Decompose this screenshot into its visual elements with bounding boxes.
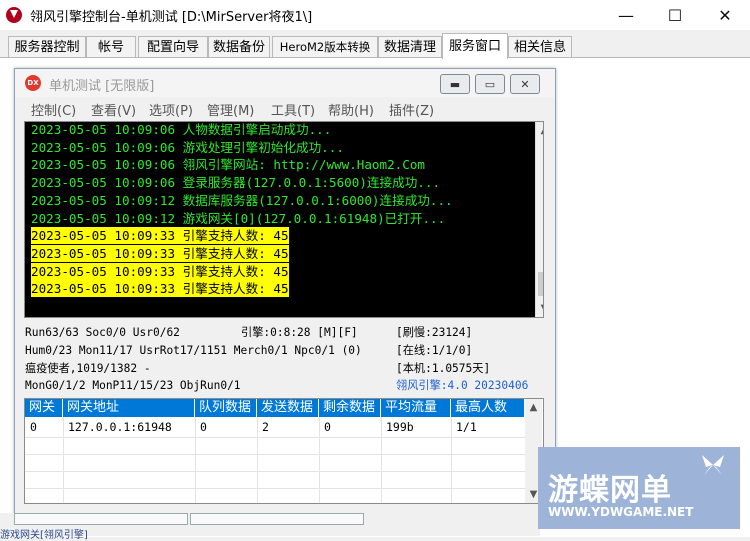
minimize-button[interactable]: — xyxy=(603,0,649,30)
menu-tools[interactable]: 工具(T) xyxy=(271,100,315,119)
watermark-url: WWW.YDWGAME.NET xyxy=(548,505,694,519)
grid-line xyxy=(25,488,525,489)
close-button[interactable]: ✕ xyxy=(702,0,748,30)
col-send-data[interactable]: 发送数据 xyxy=(257,399,319,417)
log-line: 2023-05-05 10:09:06 人物数据引擎启动成功... xyxy=(31,122,332,137)
status-run: Run63/63 Soc0/0 Usr0/62 xyxy=(25,326,180,339)
log-line: 2023-05-05 10:09:33 引擎支持人数: 45 xyxy=(31,227,289,245)
col-remaining-data[interactable]: 剩余数据 xyxy=(319,399,381,417)
log-line: 2023-05-05 10:09:12 游戏网关[0](127.0.0.1:61… xyxy=(31,210,446,226)
log-scrollbar[interactable]: ▲ ▼ xyxy=(535,122,543,317)
gateway-table[interactable]: 网关 网关地址 队列数据 发送数据 剩余数据 平均流量 最高人数 0 127.0… xyxy=(24,398,544,504)
col-gateway-address[interactable]: 网关地址 xyxy=(63,399,195,417)
log-console[interactable]: 2023-05-05 10:09:06 人物数据引擎启动成功... 2023-05… xyxy=(24,121,544,318)
window-title: 翎风引擎控制台-单机测试 [D:\MirServer将夜1\] xyxy=(30,10,313,25)
scroll-down-icon[interactable]: ▼ xyxy=(536,300,543,317)
inner-title: 单机测试 [无限版] xyxy=(49,79,155,94)
scroll-up-icon[interactable]: ▲ xyxy=(536,122,543,139)
minimized-window[interactable] xyxy=(14,513,188,525)
app-logo-icon xyxy=(6,7,22,23)
scroll-up-icon[interactable]: ▲ xyxy=(525,399,542,416)
butterfly-icon xyxy=(702,455,724,475)
status-local: [本机:1.0575天] xyxy=(396,362,491,375)
tab-service-window[interactable]: 服务窗口 xyxy=(442,33,508,59)
scroll-thumb[interactable] xyxy=(538,272,543,296)
tab-server-control[interactable]: 服务器控制 xyxy=(8,36,86,58)
status-online: [在线:1/1/0] xyxy=(396,344,473,357)
tab-config-wizard[interactable]: 配置向导 xyxy=(138,36,208,58)
inner-maximize-button[interactable]: ▭ xyxy=(475,74,505,94)
log-line: 2023-05-05 10:09:06 登录服务器(127.0.0.1:5600… xyxy=(31,175,441,191)
table-cell: 199b xyxy=(386,420,414,434)
bottom-text: 游戏网关[翎风引擎] xyxy=(0,530,88,541)
tab-related-info[interactable]: 相关信息 xyxy=(508,36,572,58)
inner-minimize-button[interactable]: ▬ xyxy=(440,74,470,94)
grid-line xyxy=(25,471,525,472)
tab-account[interactable]: 帐号 xyxy=(86,36,136,58)
maximize-button[interactable]: ☐ xyxy=(652,0,698,30)
col-queue-data[interactable]: 队列数据 xyxy=(195,399,257,417)
menu-plugins[interactable]: 插件(Z) xyxy=(389,100,434,119)
col-max-users[interactable]: 最高人数 xyxy=(451,399,525,417)
inner-window: DX 单机测试 [无限版] ▬ ▭ ✕ 控制(C) 查看(V) 选项(P) 管理… xyxy=(14,68,556,515)
log-line: 2023-05-05 10:09:12 数据库服务器(127.0.0.1:600… xyxy=(31,192,453,208)
tab-herom2-convert[interactable]: HeroM2版本转换 xyxy=(272,36,378,58)
col-gateway[interactable]: 网关 xyxy=(25,399,63,417)
table-cell: 0 xyxy=(324,420,331,434)
watermark-logo: 游蝶网单 WWW.YDWGAME.NET xyxy=(538,447,740,529)
status-refresh: [刷慢:23124] xyxy=(396,326,473,339)
menu-manage[interactable]: 管理(M) xyxy=(207,100,254,119)
log-line: 2023-05-05 10:09:33 引擎支持人数: 45 xyxy=(31,280,289,298)
log-line: 2023-05-05 10:09:06 游戏处理引擎初始化成功... xyxy=(31,139,344,155)
table-cell: 0 xyxy=(30,420,37,434)
grid-line xyxy=(25,454,525,455)
table-cell: 2 xyxy=(262,420,269,434)
minimized-window[interactable] xyxy=(190,513,364,525)
menu-help[interactable]: 帮助(H) xyxy=(328,100,374,119)
log-line: 2023-05-05 10:09:33 引擎支持人数: 45 xyxy=(31,262,289,280)
status-monster: 瘟疫使者,1019/1382 - xyxy=(25,362,151,375)
inner-titlebar: DX 单机测试 [无限版] ▬ ▭ ✕ xyxy=(15,69,555,97)
inner-app-icon: DX xyxy=(25,75,41,91)
table-cell: 1/1 xyxy=(456,420,477,434)
table-cell: 0 xyxy=(200,420,207,434)
menu-options[interactable]: 选项(P) xyxy=(149,100,193,119)
inner-close-button[interactable]: ✕ xyxy=(510,74,540,94)
window-titlebar: 翎风引擎控制台-单机测试 [D:\MirServer将夜1\] — ☐ ✕ xyxy=(0,0,750,30)
log-line: 2023-05-05 10:09:06 翎风引擎网站: http://www.H… xyxy=(31,157,426,173)
tab-data-cleanup[interactable]: 数据清理 xyxy=(378,36,442,58)
engine-version: 翎风引擎:4.0 20230406 xyxy=(396,379,529,392)
status-hum: Hum0/23 Mon11/17 UsrRot17/1151 Merch0/1 … xyxy=(25,344,362,357)
watermark-title: 游蝶网单 xyxy=(548,473,672,508)
menu-bar: 控制(C) 查看(V) 选项(P) 管理(M) 工具(T) 帮助(H) 插件(Z… xyxy=(15,97,555,119)
table-cell: 127.0.0.1:61948 xyxy=(68,420,172,434)
col-avg-traffic[interactable]: 平均流量 xyxy=(381,399,451,417)
menu-view[interactable]: 查看(V) xyxy=(91,100,136,119)
menu-control[interactable]: 控制(C) xyxy=(31,100,76,119)
status-engine-time: 引擎:0:8:28 [M][F] xyxy=(241,326,358,339)
status-mon-group: MonG0/1/2 MonP11/15/23 ObjRun0/1 xyxy=(25,379,241,392)
tab-data-backup[interactable]: 数据备份 xyxy=(208,36,270,58)
grid-line xyxy=(25,437,525,438)
log-line: 2023-05-05 10:09:33 引擎支持人数: 45 xyxy=(31,244,289,262)
